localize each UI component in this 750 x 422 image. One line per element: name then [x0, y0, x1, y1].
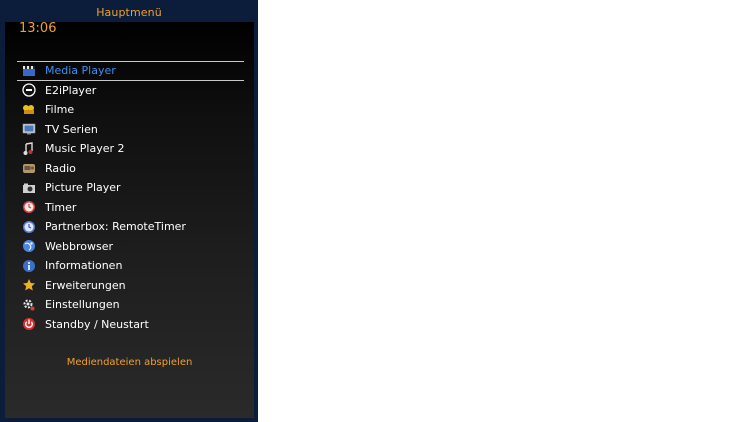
- menu-item-label: Radio: [45, 161, 76, 175]
- menu-item-label: Einstellungen: [45, 298, 120, 312]
- clock-blue-icon: [21, 220, 37, 234]
- menu-item-label: TV Serien: [45, 122, 98, 136]
- menu-item-music-player-2[interactable]: Music Player 2: [17, 139, 244, 159]
- clapperboard-icon: [21, 64, 37, 78]
- menu-item-media-player[interactable]: Media Player: [17, 61, 244, 81]
- clock-red-icon: [21, 200, 37, 214]
- camera-icon: [21, 181, 37, 195]
- menu-item-tv-serien[interactable]: TV Serien: [17, 120, 244, 140]
- film-reel-icon: [21, 103, 37, 117]
- menu-item-webbrowser[interactable]: Webbrowser: [17, 237, 244, 257]
- tv-icon: [21, 122, 37, 136]
- item-description: Mediendateien abspielen: [66, 357, 193, 368]
- power-icon: [21, 317, 37, 331]
- menu-item-picture-player[interactable]: Picture Player: [17, 178, 244, 198]
- menu-item-partnerbox-remotetimer[interactable]: Partnerbox: RemoteTimer: [17, 217, 244, 237]
- music-note-icon: [21, 141, 37, 156]
- menu-item-erweiterungen[interactable]: Erweiterungen: [17, 276, 244, 296]
- menu-item-label: Timer: [45, 200, 77, 214]
- star-icon: [21, 278, 37, 292]
- menu-item-label: Music Player 2: [45, 142, 125, 156]
- globe-icon: [21, 239, 37, 253]
- window-title: Hauptmenü: [96, 6, 162, 19]
- menu-item-einstellungen[interactable]: Einstellungen: [17, 295, 244, 315]
- menu-item-timer[interactable]: Timer: [17, 198, 244, 218]
- info-icon: [21, 259, 37, 273]
- e2i-logo-icon: [21, 83, 37, 97]
- menu-item-filme[interactable]: Filme: [17, 100, 244, 120]
- clock: 13:06: [19, 21, 57, 36]
- menu-item-label: Informationen: [45, 259, 123, 273]
- menu-item-label: Filme: [45, 103, 75, 117]
- radio-icon: [21, 161, 37, 175]
- main-menu-list: Media Player E2iPlayer Filme TV Serien M: [17, 61, 244, 334]
- menu-item-informationen[interactable]: Informationen: [17, 256, 244, 276]
- menu-item-label: Erweiterungen: [45, 278, 126, 292]
- menu-item-label: Media Player: [45, 64, 116, 78]
- menu-item-radio[interactable]: Radio: [17, 159, 244, 179]
- menu-item-e2iplayer[interactable]: E2iPlayer: [17, 81, 244, 101]
- menu-item-standby-neustart[interactable]: Standby / Neustart: [17, 315, 244, 335]
- menu-item-label: Partnerbox: RemoteTimer: [45, 220, 186, 234]
- menu-item-label: Webbrowser: [45, 239, 113, 253]
- main-menu-window: Hauptmenü 13:06 Media Player E2iPlayer F…: [0, 0, 258, 422]
- menu-item-label: E2iPlayer: [45, 83, 97, 97]
- gear-icon: [21, 298, 37, 312]
- menu-item-label: Standby / Neustart: [45, 317, 149, 331]
- menu-item-label: Picture Player: [45, 181, 121, 195]
